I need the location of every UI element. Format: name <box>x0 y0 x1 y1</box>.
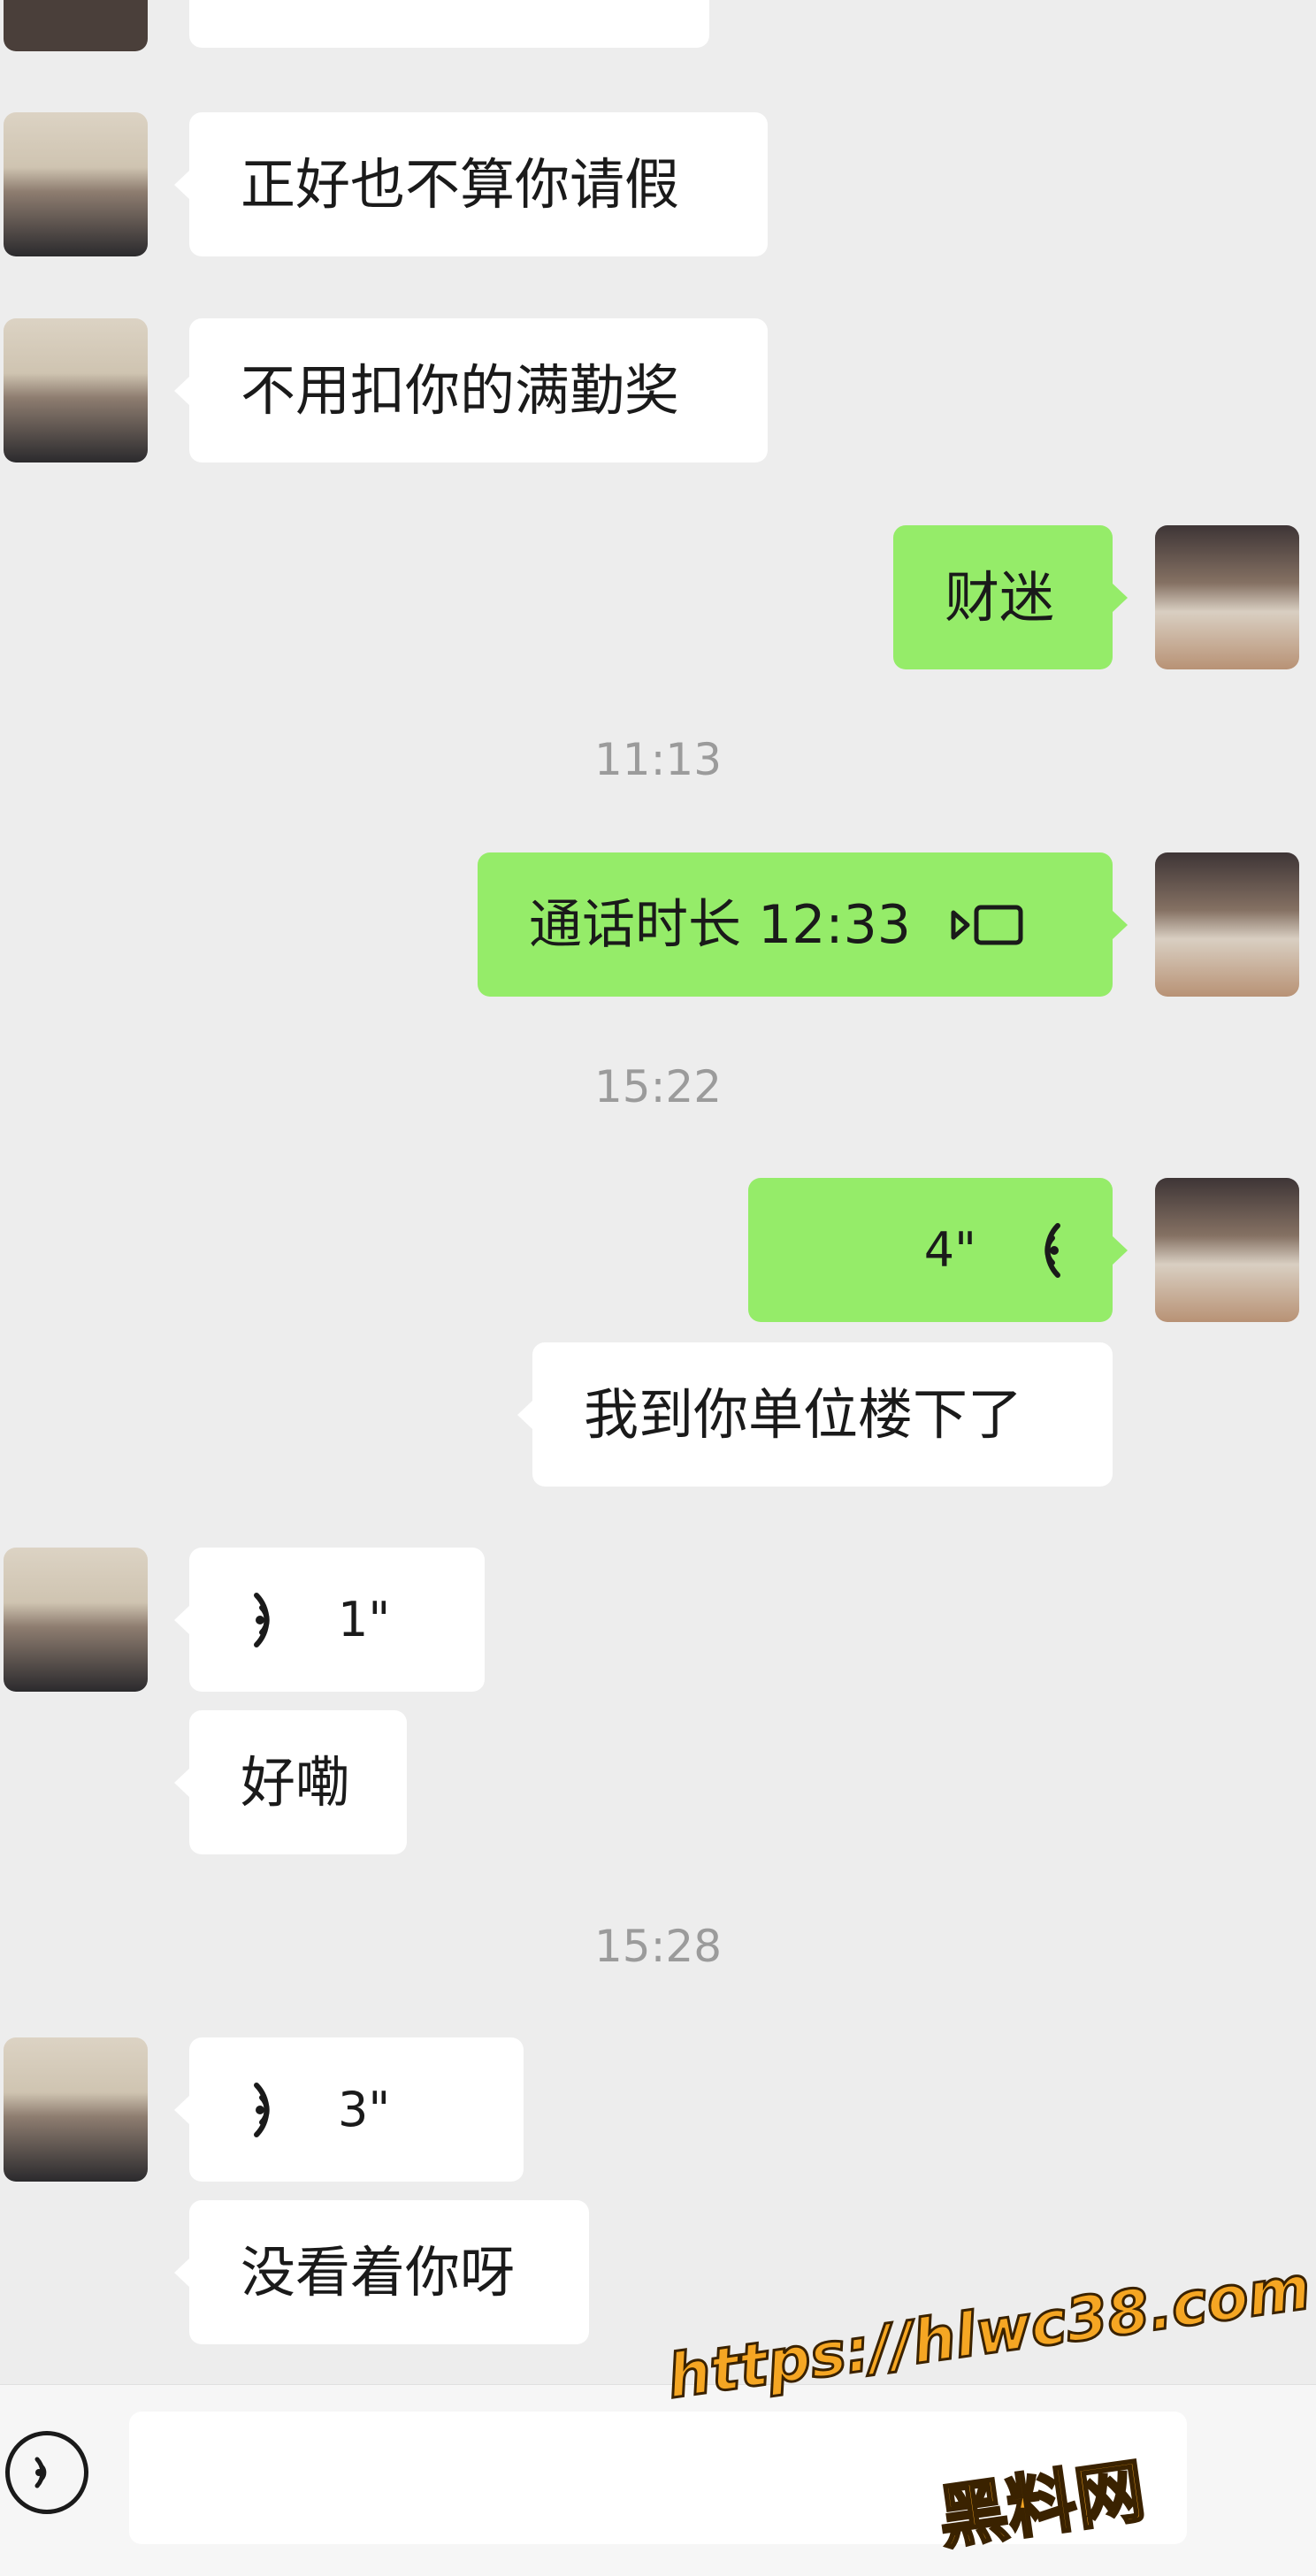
message-text: 没看着你呀 <box>241 2239 516 2305</box>
voice-message-incoming[interactable]: 3" <box>174 2037 524 2182</box>
message-bubble-incoming[interactable]: 不用扣你的满勤奖 <box>174 318 768 462</box>
message-text: 好嘞 <box>241 1749 351 1815</box>
message-text: 我到你单位楼下了 <box>584 1381 1023 1447</box>
voice-duration: 3" <box>338 2081 391 2137</box>
voice-wave-icon <box>253 1592 295 1648</box>
call-duration-text: 通话时长 12:33 <box>529 893 911 956</box>
partial-top-avatar <box>4 0 148 51</box>
voice-duration: 4" <box>923 1221 976 1278</box>
message-text: 不用扣你的满勤奖 <box>241 357 680 423</box>
voice-message-incoming[interactable]: 1" <box>174 1548 485 1692</box>
contact-avatar[interactable] <box>4 112 148 256</box>
video-call-icon <box>948 900 1028 950</box>
message-bubble-outgoing[interactable]: 我到你单位楼下了 <box>517 1342 1113 1487</box>
voice-duration: 1" <box>338 1591 391 1647</box>
partial-top-bubble <box>189 0 709 48</box>
contact-avatar[interactable] <box>4 318 148 462</box>
user-avatar[interactable] <box>1155 525 1299 669</box>
message-bubble-incoming[interactable]: 好嘞 <box>174 1710 407 1854</box>
voice-wave-icon <box>1019 1222 1061 1279</box>
voice-input-icon[interactable] <box>5 2431 88 2514</box>
message-bubble-outgoing[interactable]: 财迷 <box>893 525 1128 669</box>
message-text: 财迷 <box>945 564 1055 630</box>
voice-wave-icon <box>253 2082 295 2138</box>
message-bubble-incoming[interactable]: 没看着你呀 <box>174 2200 589 2344</box>
user-avatar[interactable] <box>1155 852 1299 997</box>
message-text: 正好也不算你请假 <box>241 151 680 217</box>
message-bubble-incoming[interactable]: 正好也不算你请假 <box>174 112 768 256</box>
user-avatar[interactable] <box>1155 1178 1299 1322</box>
contact-avatar[interactable] <box>4 1548 148 1692</box>
timestamp: 15:22 <box>593 1061 723 1112</box>
timestamp: 15:28 <box>593 1921 723 1972</box>
contact-avatar[interactable] <box>4 2037 148 2182</box>
timestamp: 11:13 <box>593 734 723 785</box>
voice-message-outgoing[interactable]: 4" <box>748 1178 1128 1322</box>
call-record-bubble[interactable]: 通话时长 12:33 <box>478 852 1128 997</box>
